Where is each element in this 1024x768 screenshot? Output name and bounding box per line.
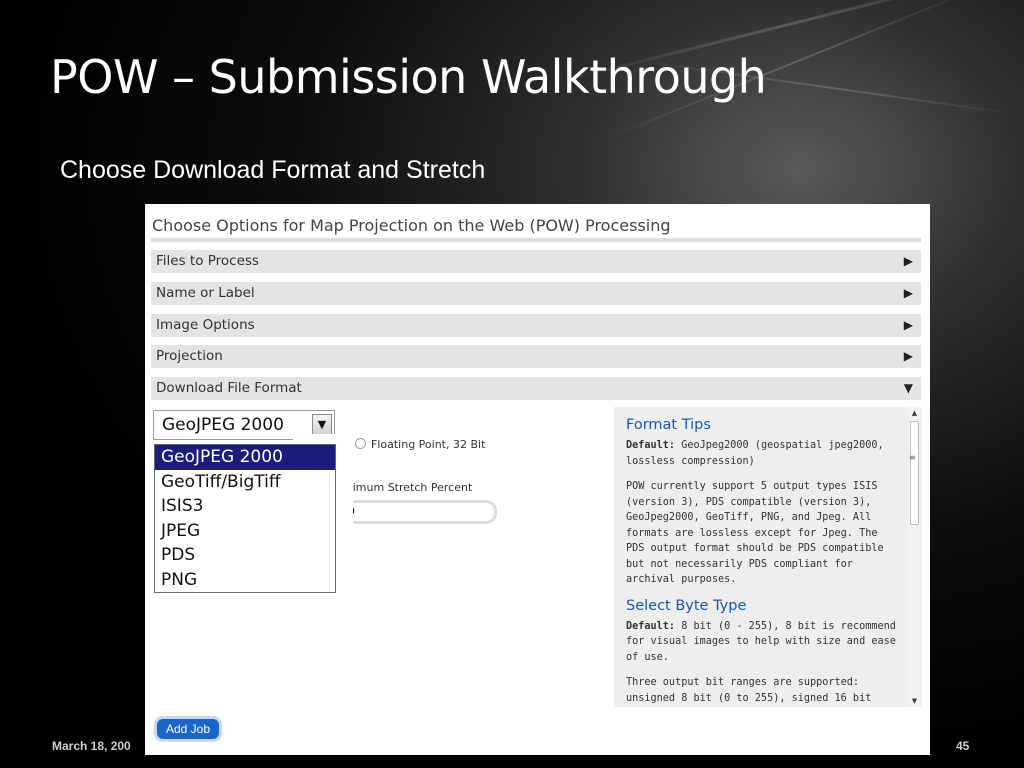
format-option[interactable]: JPEG [155, 519, 335, 544]
collapse-arrow-icon: ▼ [903, 381, 913, 395]
section-image-options[interactable]: Image Options ▶ [151, 314, 921, 337]
format-option[interactable]: PDS [155, 543, 335, 568]
slide-title: POW – Submission Walkthrough [50, 50, 767, 104]
section-label: Image Options [156, 317, 255, 333]
title-divider [151, 238, 921, 242]
section-label: Files to Process [156, 253, 259, 269]
section-label: Projection [156, 348, 223, 364]
expand-arrow-icon: ▶ [903, 254, 913, 268]
byte-default-text: Default: 8 bit (0 - 255), 8 bit is recom… [626, 620, 896, 663]
format-option[interactable]: GeoTiff/BigTiff [155, 470, 335, 495]
byte-type-heading: Select Byte Type [626, 597, 747, 614]
panel-title: Choose Options for Map Projection on the… [152, 216, 671, 235]
help-tips-panel: Format Tips Default: GeoJpeg2000 (geospa… [614, 407, 922, 707]
section-files-to-process[interactable]: Files to Process ▶ [151, 250, 921, 273]
tips-scrollbar[interactable]: ▲ ≡ ▼ [908, 407, 921, 707]
footer-date: March 18, 200 [52, 739, 131, 753]
format-option[interactable]: GeoJPEG 2000 [155, 445, 335, 470]
add-job-button[interactable]: Add Job [154, 716, 223, 742]
format-option[interactable]: PNG [155, 568, 335, 593]
chevron-down-icon[interactable]: ▼ [312, 414, 332, 436]
section-download-file-format[interactable]: Download File Format ▼ [151, 377, 921, 400]
pow-options-screenshot: Choose Options for Map Projection on the… [145, 204, 930, 755]
slide-subtitle: Choose Download Format and Stretch [60, 156, 486, 184]
format-default-text: Default: GeoJpeg2000 (geospatial jpeg200… [626, 440, 884, 467]
section-label: Name or Label [156, 285, 255, 301]
expand-arrow-icon: ▶ [903, 349, 913, 363]
section-label: Download File Format [156, 380, 302, 396]
page-number: 45 [956, 739, 970, 753]
scroll-thumb[interactable] [910, 421, 919, 525]
scroll-up-icon[interactable]: ▲ [908, 407, 921, 419]
format-option[interactable]: ISIS3 [155, 494, 335, 519]
section-name-or-label[interactable]: Name or Label ▶ [151, 282, 921, 305]
radio-label: Floating Point, 32 Bit [371, 438, 486, 451]
scroll-down-icon[interactable]: ▼ [908, 695, 921, 707]
format-tips-heading: Format Tips [626, 417, 711, 433]
floating-point-radio[interactable]: Floating Point, 32 Bit [355, 438, 485, 451]
byte-type-body: Three output bit ranges are supported: u… [626, 677, 872, 704]
expand-arrow-icon: ▶ [903, 286, 913, 300]
expand-arrow-icon: ▶ [903, 318, 913, 332]
format-select-value: GeoJPEG 2000 [162, 415, 284, 435]
scroll-grip-icon: ≡ [909, 453, 916, 462]
radio-button[interactable] [355, 438, 366, 449]
format-tips-body: POW currently support 5 output types ISI… [626, 481, 884, 585]
format-dropdown-list: GeoJPEG 2000 GeoTiff/BigTiff ISIS3 JPEG … [154, 444, 336, 593]
section-projection[interactable]: Projection ▶ [151, 345, 921, 368]
